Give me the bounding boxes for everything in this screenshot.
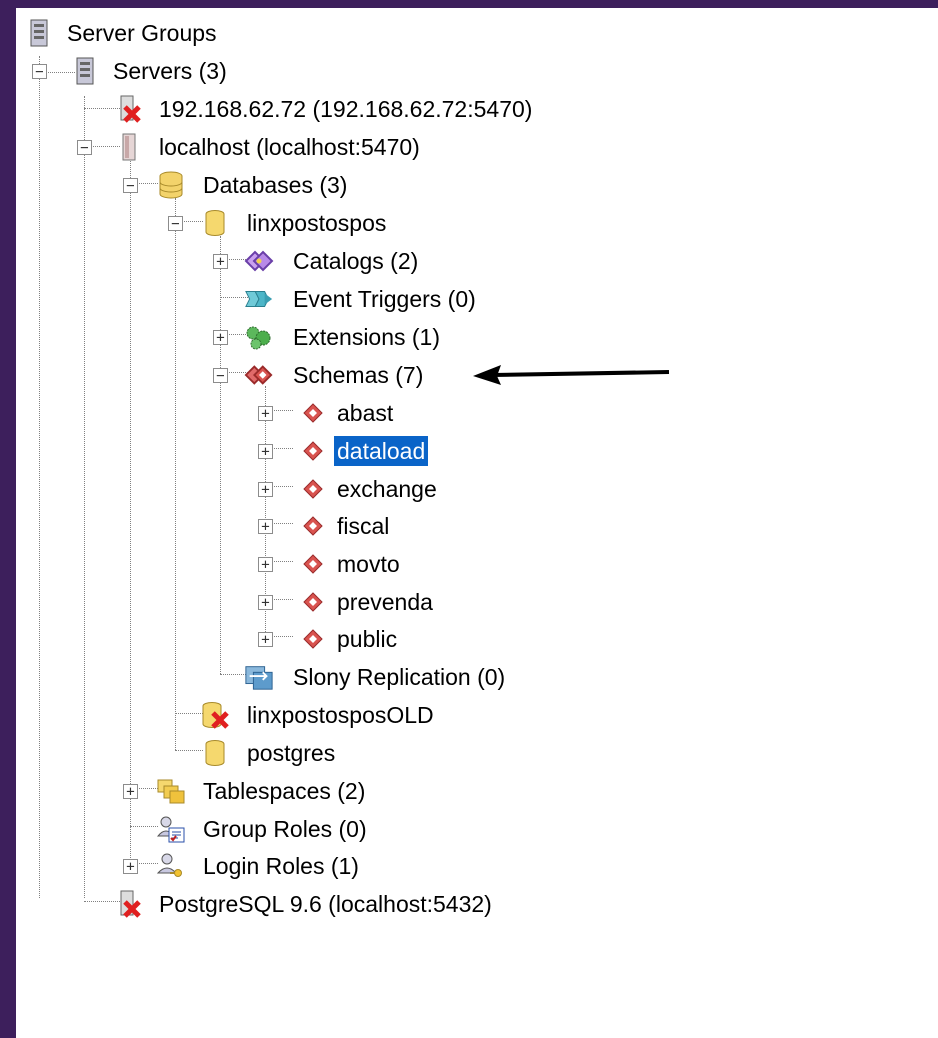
tree-node-catalogs[interactable]: + Catalogs (2) — [16, 244, 466, 278]
tree-node-tablespaces[interactable]: + Tablespaces (2) — [16, 774, 436, 808]
group-roles-icon — [156, 814, 186, 844]
expand-icon[interactable]: + — [123, 784, 138, 799]
tree-node-extensions[interactable]: + Extensions (1) — [16, 320, 466, 354]
expand-icon[interactable]: + — [258, 595, 273, 610]
tree-label: postgres — [247, 740, 336, 766]
tree-label: movto — [337, 551, 400, 577]
tree-label: Tablespaces (2) — [203, 778, 366, 804]
schema-icon — [298, 511, 328, 541]
expand-icon[interactable]: + — [258, 406, 273, 421]
database-icon — [200, 738, 230, 768]
tree-label: abast — [337, 400, 394, 426]
tree-node-databases[interactable]: − Databases (3) — [16, 168, 416, 202]
tree-node-schemas[interactable]: − Schemas (7) — [16, 358, 466, 392]
tree-node-server-remote[interactable]: 192.168.62.72 (192.168.62.72:5470) — [16, 92, 616, 126]
tree-label: Slony Replication (0) — [293, 664, 506, 690]
expand-icon[interactable]: + — [258, 557, 273, 572]
event-triggers-icon — [244, 284, 274, 314]
tree-node-event-triggers[interactable]: Event Triggers (0) — [16, 282, 536, 316]
tree-label: Schemas (7) — [293, 362, 424, 388]
object-browser-panel: Server Groups − Servers (3) 192.168.62.7… — [16, 8, 938, 1038]
schema-icon — [298, 624, 328, 654]
collapse-icon[interactable]: − — [168, 216, 183, 231]
tree-node-schema[interactable]: + exchange — [16, 472, 437, 506]
tree-node-schema[interactable]: + dataload — [16, 434, 436, 468]
collapse-icon[interactable]: − — [32, 64, 47, 79]
tree-label: Extensions (1) — [293, 324, 441, 350]
tree-node-schema[interactable]: + fiscal — [16, 509, 436, 543]
schema-icon — [298, 587, 328, 617]
collapse-icon[interactable]: − — [77, 140, 92, 155]
tree-node-db-linxpostospos[interactable]: − linxpostospos — [16, 206, 466, 240]
expand-icon[interactable]: + — [213, 254, 228, 269]
tree-label: 192.168.62.72 (192.168.62.72:5470) — [159, 96, 533, 122]
tree-label: prevenda — [337, 589, 433, 615]
tree-label: fiscal — [337, 513, 390, 539]
tree-label: exchange — [337, 476, 437, 502]
expand-icon[interactable]: + — [258, 519, 273, 534]
expand-icon[interactable]: + — [258, 632, 273, 647]
tree-node-server-pg96[interactable]: PostgreSQL 9.6 (localhost:5432) — [16, 887, 576, 921]
tree-node-login-roles[interactable]: + Login Roles (1) — [16, 849, 436, 883]
catalogs-icon — [244, 246, 274, 276]
tree-node-schema[interactable]: + public — [16, 622, 436, 656]
server-group-icon — [24, 18, 54, 48]
tree-node-db-postgres[interactable]: postgres — [16, 736, 416, 770]
database-disconnected-icon — [200, 700, 230, 730]
server-icon — [114, 132, 144, 162]
tree-label-selected: dataload — [334, 436, 429, 466]
tree-label: Servers (3) — [113, 58, 227, 84]
tree-label: Event Triggers (0) — [293, 286, 476, 312]
collapse-icon[interactable]: − — [123, 178, 138, 193]
tree-label: Catalogs (2) — [293, 248, 419, 274]
server-group-icon — [70, 56, 100, 86]
tree-label: linxpostosposOLD — [247, 702, 434, 728]
tree-node-group-roles[interactable]: Group Roles (0) — [16, 812, 436, 846]
database-icon — [200, 208, 230, 238]
login-roles-icon — [156, 851, 186, 881]
collapse-icon[interactable]: − — [213, 368, 228, 383]
expand-icon[interactable]: + — [213, 330, 228, 345]
tree-label: Group Roles (0) — [203, 816, 367, 842]
tablespaces-icon — [156, 776, 186, 806]
slony-replication-icon — [244, 662, 274, 692]
arrow-annotation-icon — [473, 365, 670, 385]
tree-node-db-old[interactable]: linxpostosposOLD — [16, 698, 476, 732]
tree-node-schema[interactable]: + prevenda — [16, 585, 436, 619]
tree-label: Login Roles (1) — [203, 853, 359, 879]
tree-node-slony[interactable]: Slony Replication (0) — [16, 660, 556, 694]
tree-label: PostgreSQL 9.6 (localhost:5432) — [159, 891, 492, 917]
tree-node-schema[interactable]: + abast — [16, 396, 436, 430]
schemas-icon — [244, 360, 274, 390]
expand-icon[interactable]: + — [258, 444, 273, 459]
tree-node-server-groups[interactable]: Server Groups — [16, 16, 316, 50]
server-disconnected-icon — [114, 94, 144, 124]
expand-icon[interactable]: + — [123, 859, 138, 874]
tree-node-server-localhost[interactable]: − localhost (localhost:5470) — [16, 130, 516, 164]
tree-node-servers[interactable]: − Servers (3) — [16, 54, 316, 88]
tree-label: linxpostospos — [247, 210, 387, 236]
tree-label: public — [337, 626, 398, 652]
tree-label: Server Groups — [67, 20, 217, 46]
schema-icon — [298, 398, 328, 428]
tree-label: localhost (localhost:5470) — [159, 134, 420, 160]
tree-node-schema[interactable]: + movto — [16, 547, 436, 581]
extensions-icon — [244, 322, 274, 352]
server-disconnected-icon — [114, 889, 144, 919]
schema-icon — [298, 549, 328, 579]
databases-icon — [156, 170, 186, 200]
schema-icon — [298, 474, 328, 504]
tree-label: Databases (3) — [203, 172, 348, 198]
expand-icon[interactable]: + — [258, 482, 273, 497]
schema-icon — [298, 436, 328, 466]
